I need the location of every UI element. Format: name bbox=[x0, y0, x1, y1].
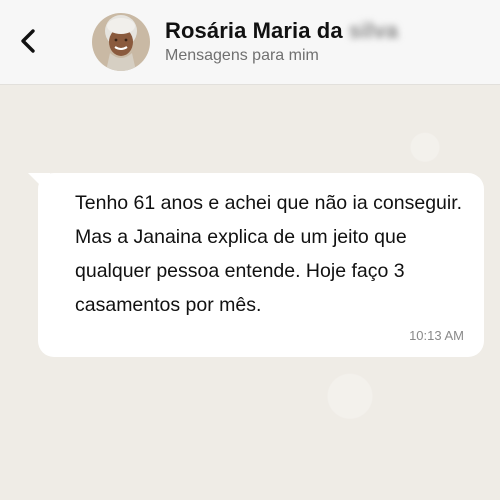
contact-subtitle: Mensagens para mim bbox=[165, 47, 319, 64]
message-timestamp: 10:13 AM bbox=[409, 328, 464, 343]
back-chevron-icon[interactable] bbox=[12, 24, 46, 58]
message-bubble[interactable]: Tenho 61 anos e achei que não ia consegu… bbox=[38, 173, 484, 357]
chat-header: Rosária Maria da silva Mensagens para mim bbox=[0, 0, 500, 85]
contact-name[interactable]: Rosária Maria da silva bbox=[165, 18, 398, 44]
avatar-photo-icon bbox=[92, 13, 150, 71]
contact-name-text: Rosária Maria da bbox=[165, 18, 343, 43]
contact-name-blurred: silva bbox=[348, 18, 399, 43]
message-text: Tenho 61 anos e achei que não ia consegu… bbox=[75, 192, 463, 316]
contact-avatar[interactable] bbox=[92, 13, 150, 71]
